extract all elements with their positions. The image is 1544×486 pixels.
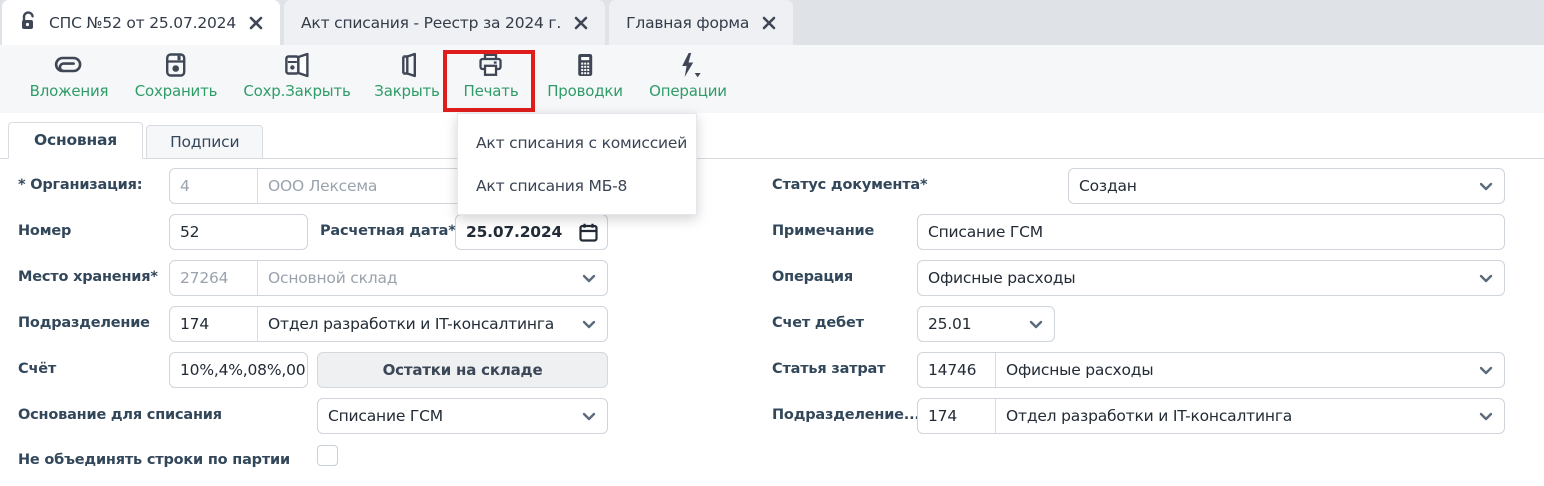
account-field[interactable]: 10%,4%,08%,00: [169, 352, 308, 388]
close-door-icon: [395, 52, 419, 78]
status-label: Статус документа*: [772, 177, 927, 193]
toolbar-label: Сохранить: [135, 82, 218, 100]
department-label: Подразделение: [18, 315, 150, 331]
tab-main[interactable]: Основная: [8, 122, 143, 159]
calendar-icon[interactable]: [579, 223, 598, 242]
number-field[interactable]: 52: [169, 214, 308, 250]
menu-item-act-mb8[interactable]: Акт списания МБ-8: [458, 164, 696, 207]
reason-select[interactable]: Списание ГСМ: [317, 398, 608, 434]
operations-button[interactable]: Операции: [649, 52, 727, 100]
chevron-down-icon[interactable]: [582, 412, 596, 421]
toolbar-label: Операции: [649, 82, 727, 100]
window-tab-document[interactable]: СПС №52 от 25.07.2024: [2, 0, 280, 45]
chevron-down-icon[interactable]: [1479, 182, 1493, 191]
window-tab-title: Акт списания - Реестр за 2024 г.: [301, 14, 561, 32]
cost-item-label: Статья затрат: [772, 361, 885, 377]
close-button[interactable]: Печать Закрыть: [374, 52, 439, 100]
no-merge-label: Не объединять строки по партии: [18, 452, 290, 468]
cost-item-field[interactable]: 14746 Офисные расходы: [917, 352, 1505, 388]
chevron-down-icon[interactable]: [1479, 366, 1493, 375]
note-field[interactable]: Списание ГСМ: [917, 214, 1505, 250]
calc-date-field[interactable]: 25.07.2024: [455, 214, 608, 250]
calculator-icon: [573, 52, 597, 78]
close-tab-icon[interactable]: [762, 16, 776, 30]
unlock-icon: [19, 11, 36, 35]
number-input[interactable]: 52: [170, 223, 209, 241]
department2-label: Подразделение...: [772, 407, 920, 423]
department-code-input[interactable]: 174: [170, 307, 258, 341]
reason-label: Основание для списания: [18, 407, 222, 423]
operation-value: Офисные расходы: [918, 269, 1479, 287]
debit-account-label: Счет дебет: [772, 315, 864, 331]
toolbar-label: Проводки: [547, 82, 623, 100]
reason-value: Списание ГСМ: [318, 407, 582, 425]
calc-date-label: Расчетная дата*: [320, 223, 456, 239]
chevron-down-icon[interactable]: [1029, 320, 1043, 329]
account-input[interactable]: 10%,4%,08%,00: [170, 361, 307, 379]
window-tab-main-form[interactable]: Главная форма: [609, 0, 793, 45]
cost-item-name-select[interactable]: Офисные расходы: [996, 361, 1479, 379]
print-dropdown-menu: Акт списания с комиссией Акт списания МБ…: [457, 113, 697, 215]
note-input[interactable]: Списание ГСМ: [918, 223, 1053, 241]
save-button[interactable]: Сохранить: [135, 52, 218, 100]
paperclip-icon: [53, 52, 85, 78]
status-select[interactable]: Создан: [1068, 168, 1505, 204]
printer-icon: [477, 52, 505, 78]
operation-select[interactable]: Офисные расходы: [917, 260, 1505, 296]
close-tab-icon[interactable]: [574, 16, 588, 30]
save-icon: [163, 52, 189, 78]
note-label: Примечание: [772, 223, 874, 239]
lightning-icon: [674, 52, 702, 78]
toolbar-label: Печать: [464, 82, 519, 100]
postings-button[interactable]: Проводки: [547, 52, 623, 100]
attachments-button[interactable]: Вложения: [30, 52, 109, 100]
save-close-button[interactable]: Сохр.Закрыть: [243, 52, 350, 100]
department2-name-select[interactable]: Отдел разработки и IT-консалтинга: [996, 407, 1479, 425]
storage-name-select[interactable]: Основной склад: [258, 269, 582, 287]
window-tab-bar: СПС №52 от 25.07.2024 Акт списания - Рее…: [0, 0, 1544, 45]
toolbar: [0, 45, 1544, 113]
calc-date-input[interactable]: 25.07.2024: [456, 223, 572, 241]
storage-label: Место хранения*: [18, 269, 158, 285]
window-tab-register[interactable]: Акт списания - Реестр за 2024 г.: [284, 0, 605, 45]
window-tab-title: СПС №52 от 25.07.2024: [49, 14, 236, 32]
status-value: Создан: [1069, 177, 1479, 195]
org-code-input[interactable]: 4: [170, 169, 258, 203]
no-merge-checkbox[interactable]: [317, 445, 338, 466]
menu-item-act-commission[interactable]: Акт списания с комиссией: [458, 121, 696, 164]
form-tab-strip: Основная Подписи: [0, 122, 1544, 159]
chevron-down-icon[interactable]: [1479, 274, 1493, 283]
storage-code-input[interactable]: 27264: [170, 261, 258, 295]
chevron-down-icon[interactable]: [582, 320, 596, 329]
org-label: * Организация:: [18, 177, 142, 193]
department2-code-input[interactable]: 174: [918, 399, 996, 433]
department-field[interactable]: 174 Отдел разработки и IT-консалтинга: [169, 306, 608, 342]
stock-remainder-button[interactable]: Остатки на складе: [317, 352, 608, 388]
account-label: Счёт: [18, 361, 56, 377]
toolbar-label: Вложения: [30, 82, 109, 100]
department2-field[interactable]: 174 Отдел разработки и IT-консалтинга: [917, 398, 1505, 434]
toolbar-label: Закрыть: [374, 82, 439, 100]
debit-account-value: 25.01: [918, 315, 1029, 333]
print-button[interactable]: Печать: [464, 52, 519, 100]
save-close-icon: [282, 52, 312, 78]
tab-signatures[interactable]: Подписи: [146, 125, 263, 158]
storage-field[interactable]: 27264 Основной склад: [169, 260, 608, 296]
cost-item-code-input[interactable]: 14746: [918, 353, 996, 387]
operation-label: Операция: [772, 269, 853, 285]
chevron-down-icon[interactable]: [582, 274, 596, 283]
toolbar-label: Сохр.Закрыть: [243, 82, 350, 100]
number-label: Номер: [18, 223, 71, 239]
window-tab-title: Главная форма: [626, 14, 749, 32]
close-tab-icon[interactable]: [249, 16, 263, 30]
chevron-down-icon[interactable]: [1479, 412, 1493, 421]
debit-account-select[interactable]: 25.01: [917, 306, 1055, 342]
department-name-select[interactable]: Отдел разработки и IT-консалтинга: [258, 315, 582, 333]
